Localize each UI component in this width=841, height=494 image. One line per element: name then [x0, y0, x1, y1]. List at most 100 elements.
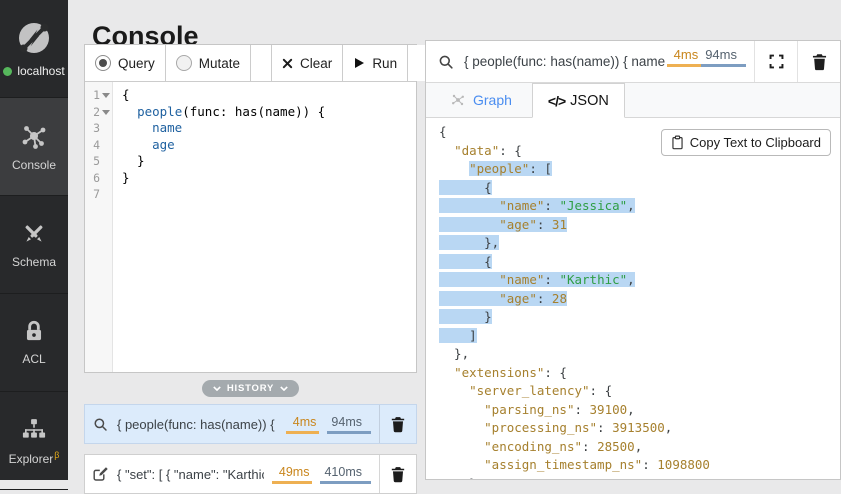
sidebar-item-console[interactable]: Console — [0, 98, 68, 196]
lock-icon — [21, 319, 47, 345]
tab-json[interactable]: </> JSON — [532, 83, 625, 118]
sitemap-icon — [20, 415, 48, 443]
editor-toolbar: Query Mutate Clear Run — [85, 45, 416, 82]
run-button[interactable]: Run — [343, 45, 408, 81]
json-line: } — [439, 308, 840, 327]
history-toggle-button[interactable]: HISTORY — [202, 380, 299, 397]
json-line: }, — [439, 345, 840, 364]
history-item[interactable]: { people(func: has(name)) { nam… 4ms 94m… — [84, 404, 417, 444]
code-line[interactable]: 5 } — [85, 153, 416, 170]
sidebar-item-label: ACL — [22, 352, 45, 366]
json-line: "people": [ — [439, 160, 840, 179]
search-icon — [438, 54, 454, 70]
clear-button-label: Clear — [300, 56, 332, 71]
schema-tools-icon — [20, 220, 48, 248]
server-latency-badge: 4ms — [667, 47, 702, 67]
line-number-gutter: 5 — [85, 153, 113, 170]
status-dot — [3, 67, 12, 76]
line-number-gutter: 2 — [85, 104, 113, 121]
json-line: "server_latency": { — [439, 382, 840, 401]
sidebar-host-block[interactable]: localhost — [0, 0, 68, 98]
history-query-text: { people(func: has(name)) { nam… — [117, 417, 278, 432]
fold-marker-icon[interactable] — [102, 110, 110, 115]
clear-button[interactable]: Clear — [272, 45, 343, 81]
search-icon — [93, 417, 109, 432]
sidebar-item-label: Schema — [12, 255, 56, 269]
json-line: }, — [439, 234, 840, 253]
history-section: HISTORY — [84, 380, 417, 397]
code-line[interactable]: 3 name — [85, 120, 416, 137]
server-latency-badge: 4ms — [286, 415, 320, 434]
json-line: "extensions": { — [439, 364, 840, 383]
json-line: "encoding_ns": 28500, — [439, 438, 840, 457]
chevron-down-icon — [280, 386, 288, 391]
sidebar-item-acl[interactable]: ACL — [0, 294, 68, 392]
history-query-text: { "set": [ { "name": "Karthic", "ag… — [117, 467, 264, 482]
delete-result-button[interactable] — [798, 41, 840, 82]
code-icon: </> — [548, 93, 565, 109]
code-line[interactable]: 6} — [85, 170, 416, 187]
run-play-icon — [353, 57, 365, 69]
copy-button-label: Copy Text to Clipboard — [690, 135, 821, 150]
copy-to-clipboard-button[interactable]: Copy Text to Clipboard — [661, 129, 831, 156]
sidebar-item-explorer[interactable]: Explorerβ — [0, 392, 68, 490]
line-number-gutter: 4 — [85, 137, 113, 154]
json-line: }, — [439, 475, 840, 480]
result-tabs: Graph </> JSON — [426, 83, 840, 118]
json-lines: { "data": { "people": [ { "name": "Jessi… — [439, 123, 840, 479]
radio-unselected-icon[interactable] — [176, 55, 192, 71]
query-code-editor[interactable]: 1{2 people(func: has(name)) {3 name4 age… — [85, 82, 416, 372]
json-line: "age": 31 — [439, 216, 840, 235]
history-toggle-label: HISTORY — [227, 383, 274, 394]
mutate-mode-radio[interactable]: Mutate — [166, 45, 251, 81]
json-line: "name": "Karthic", — [439, 271, 840, 290]
result-query-text: { people(func: has(name)) { name age } } — [464, 54, 667, 69]
sidebar: localhost Console Schema — [0, 0, 68, 480]
sidebar-item-label: Explorerβ — [9, 450, 60, 466]
line-number-gutter: 1 — [85, 87, 113, 104]
toolbar-spacer — [251, 45, 272, 81]
server-latency-badge: 49ms — [272, 465, 313, 484]
latency-indicator: 4ms 94ms — [667, 47, 746, 76]
result-query-bar: { people(func: has(name)) { name age } }… — [426, 41, 840, 83]
history-item-main[interactable]: { people(func: has(name)) { nam… 4ms 94m… — [85, 405, 379, 443]
sidebar-item-schema[interactable]: Schema — [0, 196, 68, 294]
tab-graph-label: Graph — [473, 92, 512, 108]
code-line[interactable]: 4 age — [85, 137, 416, 154]
beta-badge: β — [54, 450, 59, 460]
fold-marker-icon[interactable] — [102, 93, 110, 98]
clear-x-icon — [282, 58, 293, 69]
mutate-mode-label: Mutate — [199, 56, 240, 71]
line-number-gutter: 7 — [85, 186, 113, 203]
code-line[interactable]: 7 — [85, 186, 416, 203]
json-response-view[interactable]: Copy Text to Clipboard { "data": { "peop… — [426, 118, 840, 479]
line-number-gutter: 3 — [85, 120, 113, 137]
history-item[interactable]: { "set": [ { "name": "Karthic", "ag… 49m… — [84, 454, 417, 494]
json-line: "parsing_ns": 39100, — [439, 401, 840, 420]
results-panel: { people(func: has(name)) { name age } }… — [425, 40, 841, 480]
json-line: "age": 28 — [439, 290, 840, 309]
editor-panel: Query Mutate Clear Run 1{2 people(func: … — [84, 44, 417, 373]
code-line[interactable]: 2 people(func: has(name)) { — [85, 104, 416, 121]
tab-json-label: JSON — [570, 93, 609, 109]
query-mode-radio[interactable]: Query — [85, 45, 166, 81]
network-latency-badge: 94ms — [327, 415, 371, 434]
dgraph-logo-icon — [15, 19, 53, 57]
fullscreen-button[interactable] — [755, 41, 797, 82]
radio-selected-icon[interactable] — [95, 55, 111, 71]
json-line: ] — [439, 327, 840, 346]
history-item-main[interactable]: { "set": [ { "name": "Karthic", "ag… 49m… — [85, 455, 379, 493]
json-line: "name": "Jessica", — [439, 197, 840, 216]
sidebar-item-label: Console — [12, 158, 56, 172]
line-number-gutter: 6 — [85, 170, 113, 187]
network-latency-badge: 94ms — [701, 47, 746, 67]
json-line: { — [439, 253, 840, 272]
clipboard-icon — [671, 135, 684, 150]
json-line: "processing_ns": 3913500, — [439, 419, 840, 438]
chevron-down-icon — [213, 386, 221, 391]
delete-history-item-button[interactable] — [379, 405, 416, 443]
code-line[interactable]: 1{ — [85, 87, 416, 104]
tab-graph[interactable]: Graph — [436, 83, 526, 117]
json-line: "assign_timestamp_ns": 1098800 — [439, 456, 840, 475]
delete-history-item-button[interactable] — [379, 455, 416, 493]
